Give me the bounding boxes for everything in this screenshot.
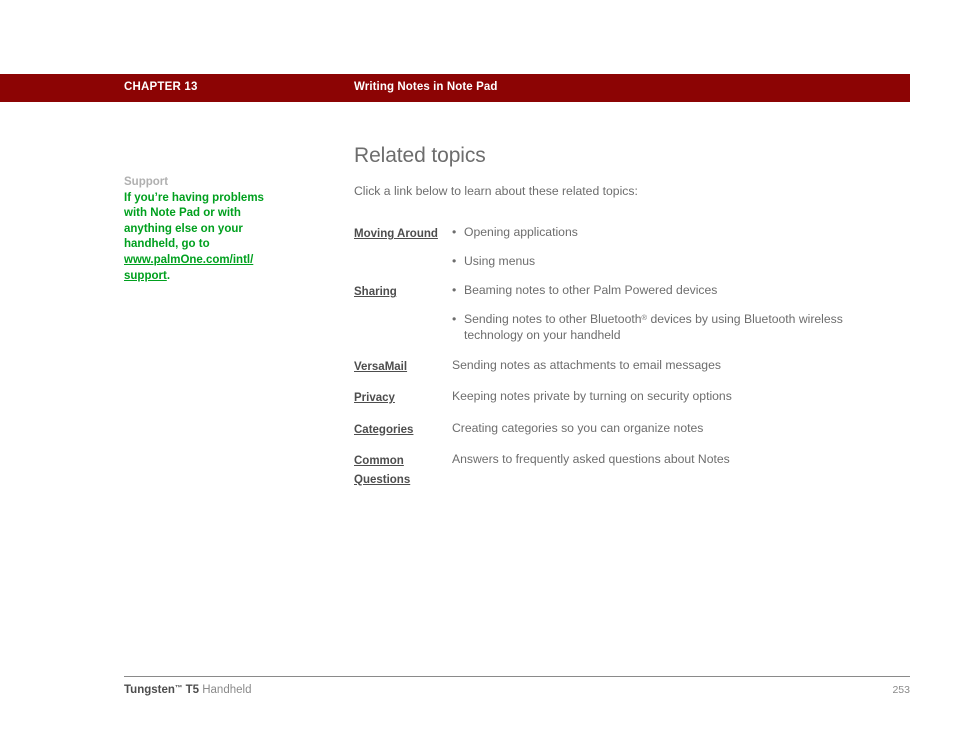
topic-link-cell: Moving Around: [354, 224, 452, 282]
topic-description-cell: • Beaming notes to other Palm Powered dev…: [452, 282, 884, 357]
table-row: Sharing • Beaming notes to other Palm Pow…: [354, 282, 884, 357]
sidebar-text-line-3: anything else on your: [124, 222, 243, 235]
footer-brand: Tungsten: [124, 684, 175, 696]
support-url-link[interactable]: www.palmOne.com/intl/ support: [124, 254, 253, 282]
bullet-icon: •: [452, 253, 457, 268]
intro-text: Click a link below to learn about these …: [354, 184, 638, 198]
topic-link-privacy[interactable]: Privacy: [354, 392, 395, 404]
topic-description: Answers to frequently asked questions ab…: [452, 452, 730, 466]
table-row: VersaMail Sending notes as attachments t…: [354, 357, 884, 389]
list-item: • Opening applications: [452, 224, 884, 241]
topic-description-cell: Sending notes as attachments to email me…: [452, 357, 884, 389]
sidebar-body: If you’re having problems with Note Pad …: [124, 191, 284, 285]
sidebar-text-line-2: with Note Pad or with: [124, 207, 241, 220]
list-item-label: Sending notes to other Bluetooth® device…: [464, 311, 843, 343]
list-item-label: Beaming notes to other Palm Powered devi…: [464, 283, 718, 297]
footer-model: T5: [182, 684, 200, 696]
list-item: • Beaming notes to other Palm Powered dev…: [452, 282, 884, 299]
topic-description-cell: Creating categories so you can organize …: [452, 420, 884, 452]
sidebar-heading: Support: [124, 176, 169, 188]
table-row: Common Questions Answers to frequently a…: [354, 451, 884, 501]
bullet-icon: •: [452, 225, 457, 239]
table-row: Moving Around • Opening applications • Usi…: [354, 224, 884, 282]
topic-link-cell: Common Questions: [354, 451, 452, 501]
list-item: • Sending notes to other Bluetooth® devic…: [452, 311, 884, 344]
main-content: Related topics Click a link below to lea…: [354, 143, 884, 501]
page-number: 253: [892, 684, 910, 696]
topic-link-versamail[interactable]: VersaMail: [354, 361, 407, 373]
topic-description: Keeping notes private by turning on secu…: [452, 389, 732, 403]
chapter-number: CHAPTER 13: [124, 81, 198, 93]
sidebar-period: .: [166, 269, 171, 282]
bullet-icon: •: [452, 283, 457, 297]
chapter-title: Writing Notes in Note Pad: [354, 81, 498, 93]
related-topics-table: Moving Around • Opening applications • Usi…: [354, 224, 884, 501]
table-row: Categories Creating categories so you ca…: [354, 420, 884, 452]
topic-link-common-questions[interactable]: Common Questions: [354, 455, 410, 486]
topic-description-cell: Keeping notes private by turning on secu…: [452, 388, 884, 420]
bullet-list: • Opening applications • Using menus: [452, 224, 884, 269]
topic-link-moving-around[interactable]: Moving Around: [354, 228, 438, 240]
topic-description: Sending notes as attachments to email me…: [452, 357, 721, 372]
topic-link-cell: Privacy: [354, 388, 452, 420]
topic-description-cell: Answers to frequently asked questions ab…: [452, 451, 884, 501]
list-item-label: Opening applications: [464, 225, 578, 239]
topic-link-cell: VersaMail: [354, 357, 452, 389]
bullet-list: • Beaming notes to other Palm Powered dev…: [452, 282, 884, 344]
footer-product-name: Tungsten™ T5 Handheld: [124, 683, 251, 698]
table-row: Privacy Keeping notes private by turning…: [354, 388, 884, 420]
sidebar-text-line-4: handheld, go to: [124, 238, 210, 251]
topic-description-cell: • Opening applications • Using menus: [452, 224, 884, 282]
footer-suffix: Handheld: [199, 684, 252, 696]
topic-link-categories[interactable]: Categories: [354, 424, 413, 436]
topic-description: Creating categories so you can organize …: [452, 420, 704, 435]
list-item: • Using menus: [452, 253, 884, 270]
topic-link-cell: Categories: [354, 420, 452, 452]
sidebar-text-line-1: If you’re having problems: [124, 191, 264, 204]
topic-link-sharing[interactable]: Sharing: [354, 286, 397, 298]
page-footer: Tungsten™ T5 Handheld 253: [124, 676, 910, 699]
support-sidebar: Support If you’re having problems with N…: [124, 175, 284, 284]
list-item-label: Using menus: [464, 253, 536, 268]
topic-link-cell: Sharing: [354, 282, 452, 357]
page-title: Related topics: [354, 144, 486, 167]
bullet-icon: •: [452, 311, 457, 326]
chapter-header-bar: CHAPTER 13 Writing Notes in Note Pad: [0, 74, 910, 102]
